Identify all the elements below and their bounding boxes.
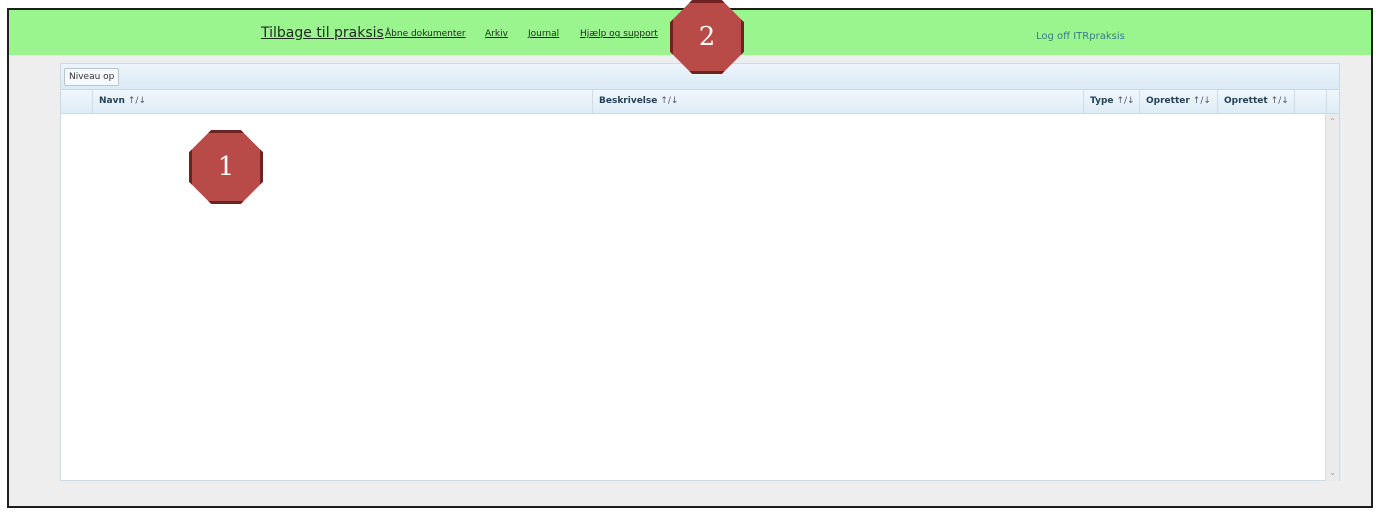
- app-window: Tilbage til praksis Åbne dokumenter Arki…: [7, 0, 1373, 508]
- document-browser-panel: Niveau op Navn ↑/↓ Beskrivelse ↑/↓ Type ↑/↓…: [60, 63, 1340, 481]
- column-header-label: Opretter: [1146, 96, 1190, 106]
- sort-arrows-icon: ↑/↓: [1270, 96, 1289, 106]
- level-up-button[interactable]: Niveau op: [64, 68, 120, 86]
- archive-link[interactable]: Arkiv: [485, 29, 508, 39]
- column-header-type[interactable]: Type ↑/↓: [1084, 90, 1140, 113]
- journal-link[interactable]: Journal: [528, 29, 559, 39]
- sort-arrows-icon: ↑/↓: [127, 96, 147, 106]
- logoff-link[interactable]: Log off ITRpraksis: [1036, 31, 1125, 42]
- column-header-label: Beskrivelse: [599, 96, 658, 106]
- column-header-oprettet[interactable]: Oprettet ↑/↓: [1218, 90, 1295, 113]
- back-to-practice-link[interactable]: Tilbage til praksis: [261, 25, 384, 41]
- column-header-label: Type: [1090, 96, 1114, 106]
- column-header-opretter[interactable]: Opretter ↑/↓: [1140, 90, 1218, 113]
- table-header-row: Navn ↑/↓ Beskrivelse ↑/↓ Type ↑/↓ Opretter ↑…: [61, 90, 1339, 114]
- open-documents-link[interactable]: Åbne dokumenter: [385, 29, 466, 39]
- sort-arrows-icon: ↑/↓: [660, 96, 679, 106]
- column-header-spacer: [1295, 90, 1327, 113]
- column-header-beskrivelse[interactable]: Beskrivelse ↑/↓: [593, 90, 1084, 113]
- column-header-label: Navn: [99, 96, 125, 106]
- help-support-link[interactable]: Hjælp og support: [580, 29, 658, 39]
- scroll-up-icon[interactable]: ⌃: [1326, 116, 1339, 128]
- scroll-down-icon[interactable]: ⌄: [1326, 467, 1339, 479]
- vertical-scrollbar[interactable]: ⌃ ⌄: [1325, 114, 1339, 481]
- sort-arrows-icon: ↑/↓: [1116, 96, 1135, 106]
- annotation-badge-1: 1: [189, 130, 263, 204]
- sort-arrows-icon: ↑/↓: [1192, 96, 1211, 106]
- column-header-label: Oprettet: [1224, 96, 1268, 106]
- column-header-icon: [61, 90, 93, 113]
- column-header-navn[interactable]: Navn ↑/↓: [93, 90, 593, 113]
